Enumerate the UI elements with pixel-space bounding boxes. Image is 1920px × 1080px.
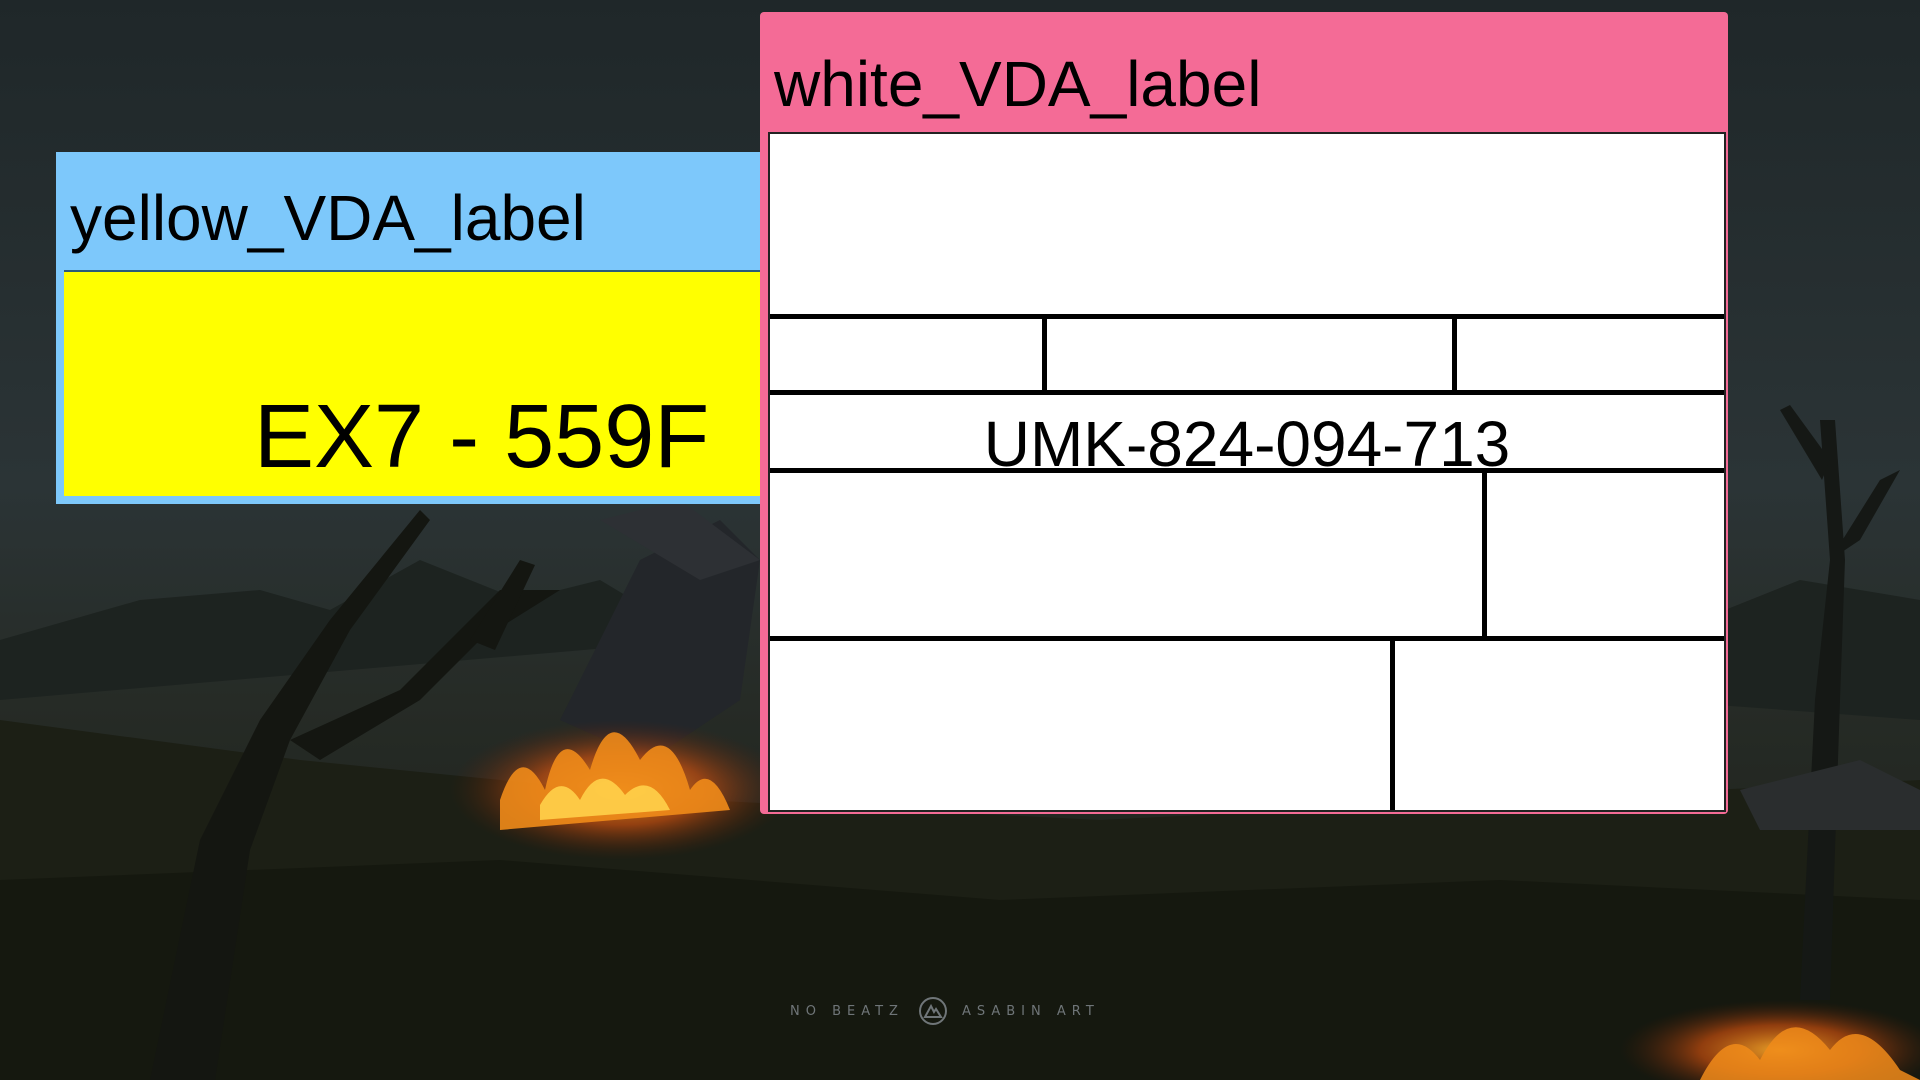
yellow-vda-label-card[interactable]: yellow_VDA_label EX7 - 559F bbox=[56, 152, 776, 504]
mountain-logo-icon bbox=[918, 996, 948, 1026]
white-vda-label-card[interactable]: white_VDA_label UMK-824-094-713 bbox=[760, 12, 1728, 814]
grid-line bbox=[1390, 638, 1395, 810]
grid-line bbox=[1042, 316, 1047, 392]
grid-line bbox=[770, 468, 1724, 473]
white-vda-label-body: UMK-824-094-713 bbox=[768, 132, 1726, 812]
watermark-right-text: ASABIN ART bbox=[961, 1003, 1100, 1019]
watermark-left-text: NO BEATZ bbox=[790, 1003, 904, 1019]
yellow-vda-label-title: yellow_VDA_label bbox=[70, 182, 586, 254]
white-vda-label-title: white_VDA_label bbox=[774, 48, 1262, 120]
grid-line bbox=[770, 636, 1724, 641]
watermark: NO BEATZ ASABIN ART bbox=[790, 996, 1100, 1026]
grid-line bbox=[1452, 316, 1457, 392]
yellow-vda-label-body: EX7 - 559F bbox=[64, 270, 768, 496]
grid-line bbox=[1482, 470, 1487, 638]
white-vda-label-value: UMK-824-094-713 bbox=[983, 408, 1511, 480]
grid-line bbox=[770, 314, 1724, 319]
yellow-vda-label-value: EX7 - 559F bbox=[254, 387, 710, 487]
grid-line bbox=[770, 390, 1724, 395]
